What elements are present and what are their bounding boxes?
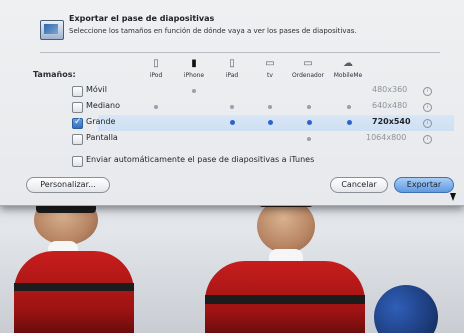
compat-dot-selected — [307, 120, 312, 125]
compat-dot-selected — [347, 120, 352, 125]
jacket-stripe-left — [14, 283, 134, 291]
device-column-tv: ▭ tv — [252, 58, 288, 79]
compat-dot — [192, 89, 196, 93]
cancel-button[interactable]: Cancelar — [330, 177, 388, 193]
head-right — [257, 199, 315, 253]
checkbox-movil[interactable] — [72, 86, 83, 97]
personalizar-button[interactable]: Personalizar... — [26, 177, 110, 193]
checkbox-mediano[interactable] — [72, 102, 83, 113]
size-row-pantalla: Pantalla 1064x800 i — [0, 131, 464, 147]
device-label-iphone: iPhone — [183, 72, 205, 79]
header-divider — [40, 52, 440, 53]
itunes-option-label: Enviar automáticamente el pase de diapos… — [86, 155, 315, 164]
background-photo — [0, 185, 464, 333]
export-sheet: Exportar el pase de diapositivas Selecci… — [0, 0, 464, 206]
row-label-pantalla: Pantalla — [86, 133, 118, 142]
device-column-ipad: ▯ iPad — [214, 58, 250, 79]
mouse-cursor — [450, 193, 456, 201]
compat-dot — [347, 105, 351, 109]
device-column-mobileme: ☁ MobileMe — [330, 58, 366, 79]
row-label-movil: Móvil — [86, 85, 107, 94]
device-label-mobileme: MobileMe — [333, 72, 363, 79]
ipad-icon: ▯ — [229, 58, 235, 69]
slideshow-icon — [40, 20, 64, 40]
resolution-mediano: 640x480 — [372, 101, 408, 110]
info-icon[interactable]: i — [423, 119, 432, 128]
size-row-movil: Móvil 480x360 i — [0, 83, 464, 99]
checkbox-itunes[interactable] — [72, 156, 83, 167]
info-icon[interactable]: i — [423, 103, 432, 112]
row-label-grande: Grande — [86, 117, 116, 126]
checkbox-pantalla[interactable] — [72, 134, 83, 145]
jacket-left — [14, 251, 134, 333]
iphone-icon: ▮ — [191, 58, 197, 69]
dialog-subtitle: Seleccione los tamaños en función de dón… — [69, 27, 357, 35]
sizes-label: Tamaños: — [33, 70, 76, 79]
resolution-movil: 480x360 — [372, 85, 408, 94]
compat-dot — [154, 105, 158, 109]
sheet-header: Exportar el pase de diapositivas Selecci… — [0, 0, 464, 48]
apple-tv-icon: ▭ — [265, 58, 275, 69]
compat-dot-selected — [230, 120, 235, 125]
size-row-mediano: Mediano 640x480 i — [0, 99, 464, 115]
info-icon[interactable]: i — [423, 135, 432, 144]
computer-icon: ▭ — [303, 58, 313, 69]
snowboard-ball — [374, 285, 438, 333]
compat-dot — [307, 137, 311, 141]
info-icon[interactable]: i — [423, 87, 432, 96]
compat-dot — [268, 105, 272, 109]
checkbox-grande[interactable] — [72, 117, 83, 129]
mobileme-icon: ☁ — [343, 58, 353, 69]
jacket-stripe-right — [205, 295, 365, 304]
device-label-ordenador: Ordenador — [291, 72, 324, 79]
resolution-grande: 720x540 — [372, 117, 411, 126]
device-label-ipod: iPod — [149, 72, 163, 79]
device-column-iphone: ▮ iPhone — [176, 58, 212, 79]
device-column-ipod: ▯ iPod — [138, 58, 174, 79]
person-right — [205, 185, 365, 333]
compat-dot-selected — [268, 120, 273, 125]
size-row-grande: Grande 720x540 i — [0, 115, 464, 131]
compat-dot — [307, 105, 311, 109]
device-label-ipad: iPad — [225, 72, 239, 79]
device-column-ordenador: ▭ Ordenador — [290, 58, 326, 79]
export-button[interactable]: Exportar — [394, 177, 454, 193]
resolution-pantalla: 1064x800 — [366, 133, 407, 142]
device-label-tv: tv — [267, 72, 273, 79]
row-label-mediano: Mediano — [86, 101, 120, 110]
dialog-title: Exportar el pase de diapositivas — [69, 14, 215, 23]
compat-dot — [230, 105, 234, 109]
person-left — [14, 185, 134, 333]
ipod-icon: ▯ — [153, 58, 159, 69]
